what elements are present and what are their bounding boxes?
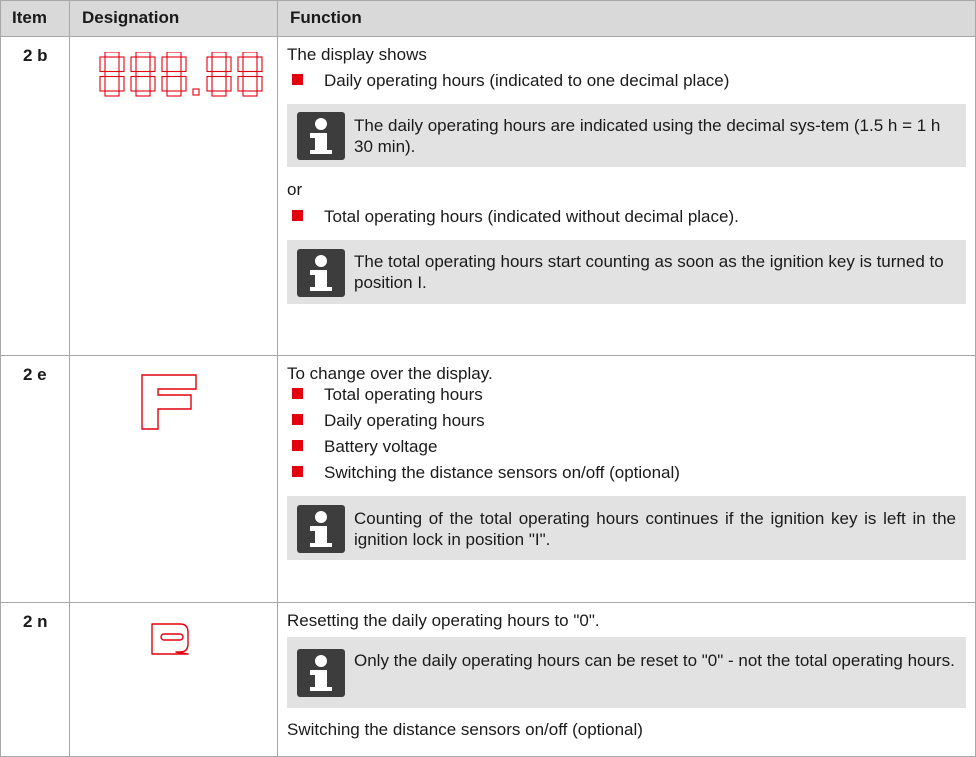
info-note: Counting of the total operating hours co…: [287, 496, 966, 560]
digit-segment: [166, 52, 182, 58]
digit-segment: [104, 70, 120, 78]
digit-segment: [118, 75, 125, 92]
bullet-icon: [292, 414, 303, 425]
digit-segment: [237, 56, 244, 73]
seven-segment-display-icon: [99, 52, 263, 97]
info-icon: [297, 505, 345, 553]
digit-segment: [211, 52, 227, 58]
designation-cell: [70, 356, 278, 603]
digit-segment: [242, 70, 258, 78]
function-cell: The display shows Daily operating hours …: [278, 37, 976, 356]
list-item-text: Daily operating hours: [324, 411, 485, 430]
digit-segment: [99, 56, 106, 73]
function-intro: The display shows: [287, 45, 427, 64]
list-item: Daily operating hours: [287, 410, 966, 431]
digit-segment: [135, 70, 151, 78]
item-number: 2 n: [0, 603, 70, 757]
digit-segment: [104, 90, 120, 97]
list-item: Daily operating hours (indicated to one …: [287, 70, 966, 91]
digit-segment: [225, 56, 232, 73]
digit-segment: [149, 75, 156, 92]
info-note: The daily operating hours are indicated …: [287, 104, 966, 167]
list-item: Switching the distance sensors on/off (o…: [287, 462, 966, 483]
table-header: Item Designation Function: [0, 0, 976, 37]
function-cell: Resetting the daily operating hours to "…: [278, 603, 976, 757]
table-row: 2 n Resetting the daily operating hours …: [0, 603, 976, 757]
info-icon: [297, 249, 345, 297]
digit-segment: [242, 90, 258, 97]
note-text: Counting of the total operating hours co…: [354, 509, 956, 549]
list-item: Battery voltage: [287, 436, 966, 457]
header-designation: Designation: [70, 1, 278, 37]
bullet-icon: [292, 440, 303, 451]
digit-segment: [256, 75, 263, 92]
list-item-text: Battery voltage: [324, 437, 438, 456]
item-number: 2 b: [0, 37, 70, 356]
digit-segment: [166, 90, 182, 97]
info-icon: [297, 112, 345, 160]
function-cell: To change over the display. Total operat…: [278, 356, 976, 603]
list-item-text: Daily operating hours (indicated to one …: [324, 71, 730, 90]
function-outro: Switching the distance sensors on/off (o…: [287, 720, 643, 739]
bullet-icon: [292, 388, 303, 399]
bullet-icon: [292, 466, 303, 477]
info-note: Only the daily operating hours can be re…: [287, 637, 966, 708]
header-item: Item: [0, 1, 70, 37]
digit-segment: [180, 56, 187, 73]
digit-segment: [256, 56, 263, 73]
designation-cell: [70, 37, 278, 356]
digit-segment: [149, 56, 156, 73]
header-function: Function: [278, 1, 976, 37]
digit-segment: [166, 70, 182, 78]
list-item-text: Switching the distance sensors on/off (o…: [324, 463, 680, 482]
digit-segment: [206, 56, 213, 73]
list-item-text: Total operating hours: [324, 385, 483, 404]
note-text: The total operating hours start counting…: [354, 252, 944, 292]
digit-segment: [135, 52, 151, 58]
item-number: 2 e: [0, 356, 70, 603]
digit-segment: [135, 90, 151, 97]
digit-segment: [206, 75, 213, 92]
digit-segment: [225, 75, 232, 92]
digit-segment: [242, 52, 258, 58]
digit-segment: [118, 56, 125, 73]
digit-segment: [130, 56, 137, 73]
info-note: The total operating hours start counting…: [287, 240, 966, 304]
bullet-icon: [292, 74, 303, 85]
digit-segment: [211, 90, 227, 97]
digit-segment: [161, 56, 168, 73]
function-intro: Resetting the daily operating hours to "…: [287, 611, 600, 630]
digit-segment: [99, 75, 106, 92]
table-row: 2 b The display shows Daily operating ho…: [0, 37, 976, 356]
f-key-icon: [141, 374, 197, 430]
note-text: Only the daily operating hours can be re…: [354, 651, 955, 670]
designation-cell: [70, 603, 278, 757]
digit-segment: [161, 75, 168, 92]
list-item: Total operating hours: [287, 384, 966, 405]
table-row: 2 e To change over the display. Total op…: [0, 356, 976, 603]
function-intro: To change over the display.: [287, 364, 493, 383]
decimal-point: [192, 88, 200, 96]
digit-segment: [211, 70, 227, 78]
digit-segment: [237, 75, 244, 92]
r-key-icon: [151, 623, 189, 655]
list-item: Total operating hours (indicated without…: [287, 206, 966, 227]
digit-segment: [180, 75, 187, 92]
note-text: The daily operating hours are indicated …: [354, 116, 941, 156]
bullet-icon: [292, 210, 303, 221]
digit-segment: [104, 52, 120, 58]
digit-segment: [130, 75, 137, 92]
info-icon: [297, 649, 345, 697]
or-text: or: [287, 180, 303, 199]
function-table: Item Designation Function 2 b The displa…: [0, 0, 976, 757]
list-item-text: Total operating hours (indicated without…: [324, 207, 739, 226]
